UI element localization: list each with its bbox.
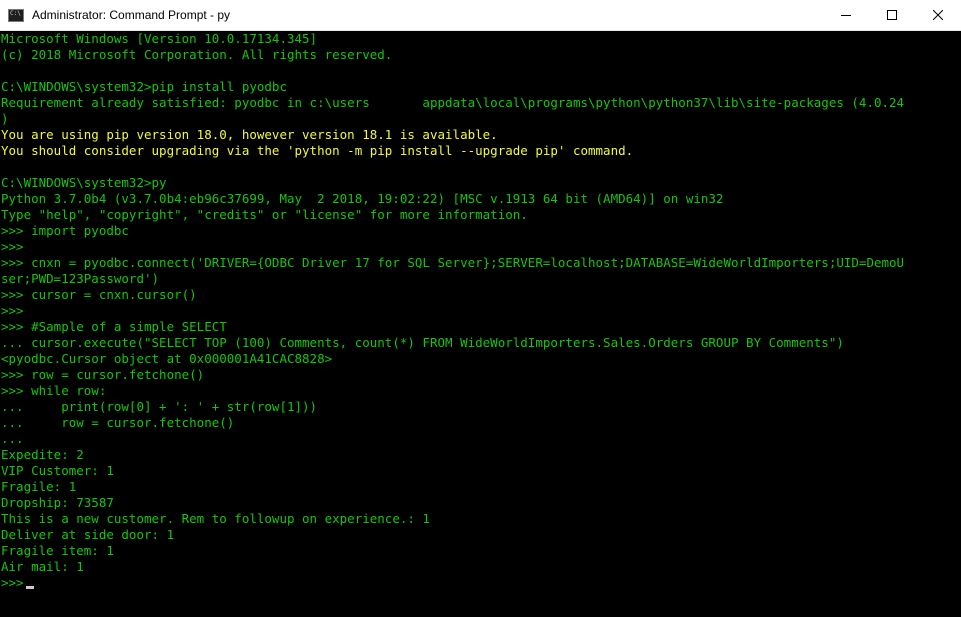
console-line: >>> — [1, 303, 24, 318]
console-line: C:\WINDOWS\system32>py — [1, 175, 167, 190]
console-line: >>> — [1, 239, 24, 254]
console-line: >>> row = cursor.fetchone() — [1, 367, 205, 382]
window-title: Administrator: Command Prompt - py — [32, 8, 231, 22]
cmd-icon[interactable] — [8, 8, 24, 22]
window-controls — [823, 0, 961, 30]
console-line: >>> while row: — [1, 383, 107, 398]
console-line: Deliver at side door: 1 — [1, 527, 175, 542]
console-line: >>> cnxn = pyodbc.connect('DRIVER={ODBC … — [1, 255, 905, 270]
maximize-icon — [887, 10, 897, 20]
console-line: ser;PWD=123Password') — [1, 271, 160, 286]
console-line: Dropship: 73587 — [1, 495, 114, 510]
command-prompt-window: Administrator: Command Prompt - py Micr — [0, 0, 961, 617]
console-line: Expedite: 2 — [1, 447, 84, 462]
console-line: Fragile: 1 — [1, 479, 77, 494]
close-button[interactable] — [915, 0, 961, 30]
close-icon — [933, 10, 943, 20]
console-line: Python 3.7.0b4 (v3.7.0b4:eb96c37699, May… — [1, 191, 724, 206]
console-line: (c) 2018 Microsoft Corporation. All righ… — [1, 47, 393, 62]
console-line: VIP Customer: 1 — [1, 463, 114, 478]
console-line: ... row = cursor.fetchone() — [1, 415, 235, 430]
console-line: ) — [1, 111, 9, 126]
console-line: C:\WINDOWS\system32>pip install pyodbc — [1, 79, 287, 94]
console-line: >>> cursor = cnxn.cursor() — [1, 287, 197, 302]
console-line: Requirement already satisfied: pyodbc in… — [1, 95, 905, 110]
console-warning-line: You should consider upgrading via the 'p… — [1, 143, 634, 158]
console-line: <pyodbc.Cursor object at 0x000001A41CAC8… — [1, 351, 333, 366]
console-output[interactable]: Microsoft Windows [Version 10.0.17134.34… — [0, 31, 961, 617]
console-line: ... print(row[0] + ': ' + str(row[1])) — [1, 399, 318, 414]
console-prompt: >>> — [1, 575, 24, 590]
console-line: >>> #Sample of a simple SELECT — [1, 319, 227, 334]
console-line: This is a new customer. Rem to followup … — [1, 511, 430, 526]
console-line: ... cursor.execute("SELECT TOP (100) Com… — [1, 335, 844, 350]
console-line: ... — [1, 431, 24, 446]
minimize-icon — [841, 15, 851, 16]
console-line: Air mail: 1 — [1, 559, 84, 574]
console-line: Microsoft Windows [Version 10.0.17134.34… — [1, 31, 318, 46]
maximize-button[interactable] — [869, 0, 915, 30]
title-bar[interactable]: Administrator: Command Prompt - py — [0, 0, 961, 31]
console-line: Fragile item: 1 — [1, 543, 114, 558]
minimize-button[interactable] — [823, 0, 869, 30]
console-line: >>> import pyodbc — [1, 223, 129, 238]
console-warning-line: You are using pip version 18.0, however … — [1, 127, 498, 142]
console-line: Type "help", "copyright", "credits" or "… — [1, 207, 528, 222]
console-prompt-line[interactable]: >>> — [1, 575, 961, 591]
text-cursor — [25, 586, 34, 589]
